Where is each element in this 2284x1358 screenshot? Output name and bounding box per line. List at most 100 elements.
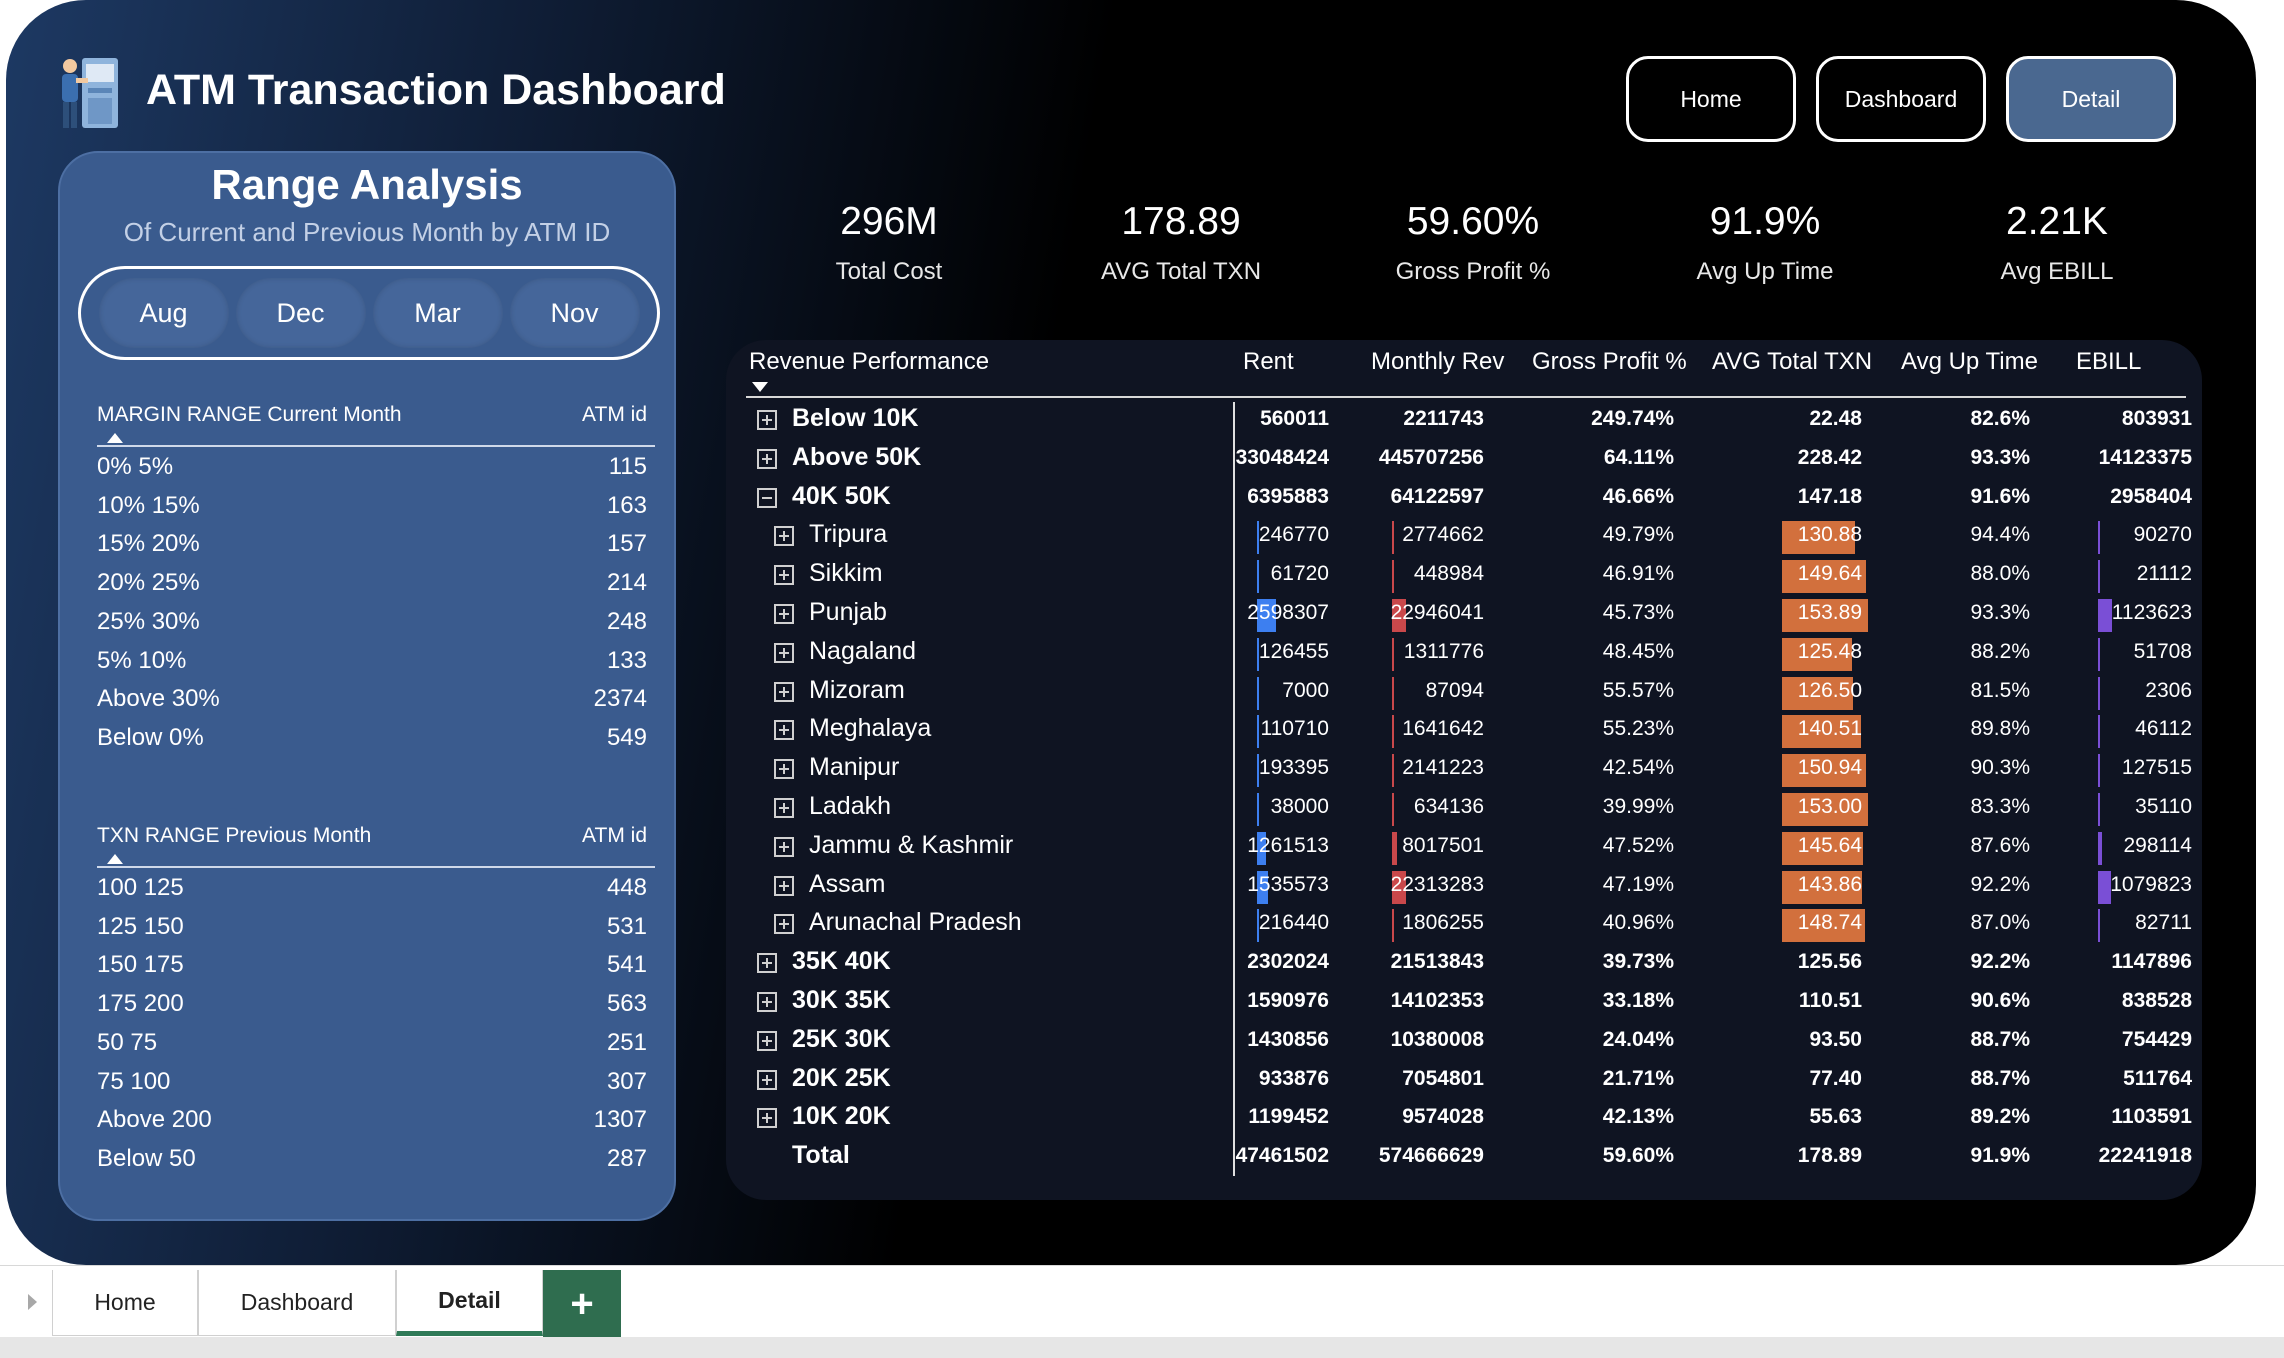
expand-plus-icon[interactable] xyxy=(774,875,794,896)
avg-up-time-cell: 91.6% xyxy=(1970,484,2030,508)
matrix-row[interactable]: Nagaland 126455 1311776 48.45% 125.48 88.2% 51… xyxy=(746,635,2206,674)
row-label: Mizoram xyxy=(809,675,905,704)
home-nav-button[interactable]: Home xyxy=(1626,56,1796,142)
ebill-cell: 14123375 xyxy=(2098,445,2192,469)
range-row[interactable]: 15% 20% 157 xyxy=(97,530,647,568)
range-row[interactable]: 50 75 251 xyxy=(97,1029,647,1067)
expand-plus-icon[interactable] xyxy=(774,720,794,741)
matrix-row[interactable]: Meghalaya 110710 1641642 55.23% 140.51 89.8% 4… xyxy=(746,712,2206,751)
expand-plus-icon[interactable] xyxy=(774,798,794,818)
expand-plus-icon[interactable] xyxy=(757,992,777,1012)
matrix-row[interactable]: Punjab 2598307 22946041 45.73% 153.89 93.3% 11… xyxy=(746,596,2206,635)
monthly-rev-cell: 7054801 xyxy=(1402,1066,1484,1090)
collapse-minus-icon[interactable] xyxy=(757,487,777,508)
expand-plus-icon[interactable] xyxy=(774,914,794,935)
monthly-rev-cell: 1641642 xyxy=(1402,717,1484,741)
dashboard-title: ATM Transaction Dashboard xyxy=(146,66,726,114)
range-row[interactable]: Above 30% 2374 xyxy=(97,685,647,723)
expand-plus-icon[interactable] xyxy=(757,448,777,469)
range-row[interactable]: Below 50 287 xyxy=(97,1145,647,1183)
matrix-row[interactable]: Mizoram 7000 87094 55.57% 126.50 81.5% 2306 xyxy=(746,674,2206,713)
expand-plus-icon[interactable] xyxy=(774,604,794,624)
txn-range-header[interactable]: TXN RANGE Previous Month ATM id xyxy=(97,824,655,864)
range-row[interactable]: 0% 5% 115 xyxy=(97,453,647,491)
ebill-cell: 2958404 xyxy=(2110,484,2192,508)
range-row[interactable]: Above 200 1307 xyxy=(97,1106,647,1144)
avg-total-txn-cell: 178.89 xyxy=(1797,1144,1862,1168)
margin-range-header[interactable]: MARGIN RANGE Current Month ATM id xyxy=(97,403,655,443)
expand-plus-icon[interactable] xyxy=(774,565,794,586)
range-row[interactable]: 20% 25% 214 xyxy=(97,569,647,607)
rent-cell: 33048424 xyxy=(1235,445,1329,469)
sheet-tab-dashboard[interactable]: Dashboard xyxy=(198,1270,396,1336)
expand-plus-icon[interactable] xyxy=(774,759,794,780)
range-row[interactable]: 75 100 307 xyxy=(97,1068,647,1106)
matrix-row[interactable]: Tripura 246770 2774662 49.79% 130.88 94.4% 902… xyxy=(746,518,2206,557)
matrix-row[interactable]: Above 50K 33048424 445707256 64.11% 228.42 93… xyxy=(746,441,2206,480)
column-header-monthly-rev[interactable]: Monthly Rev xyxy=(1371,348,1504,376)
sheet-tab-home[interactable]: Home xyxy=(52,1270,198,1336)
avg-total-txn-cell: 22.48 xyxy=(1809,407,1862,430)
range-row[interactable]: 150 175 541 xyxy=(97,951,647,989)
sheet-tab-detail[interactable]: Detail xyxy=(396,1270,543,1336)
expand-plus-icon[interactable] xyxy=(757,1069,777,1090)
row-label: 20K 25K xyxy=(792,1063,891,1092)
column-header-avg-up-time[interactable]: Avg Up Time xyxy=(1901,348,2038,376)
expand-plus-icon[interactable] xyxy=(774,526,794,547)
add-sheet-button[interactable]: + xyxy=(543,1270,621,1338)
scroll-tabs-left-icon[interactable] xyxy=(28,1294,37,1310)
expand-plus-icon[interactable] xyxy=(774,642,794,663)
matrix-row[interactable]: 20K 25K 933876 7054801 21.71% 77.40 88.7% 5117… xyxy=(746,1062,2206,1101)
range-label: 5% 10% xyxy=(97,646,187,674)
month-button-nov[interactable]: Nov xyxy=(509,278,640,348)
column-header-avg-total-txn[interactable]: AVG Total TXN xyxy=(1712,348,1872,376)
matrix-total-row[interactable]: Total 47461502 574666629 59.60% 178.89 91.9% 2… xyxy=(746,1139,2206,1178)
matrix-row[interactable]: Assam 1535573 22313283 47.19% 143.86 92.2% 107… xyxy=(746,868,2206,907)
matrix-row[interactable]: 30K 35K 1590976 14102353 33.18% 110.51 90.6% 8… xyxy=(746,984,2206,1023)
rent-cell: 38000 xyxy=(1270,795,1329,818)
matrix-row[interactable]: 35K 40K 2302024 21513843 39.73% 125.56 92.2% 1… xyxy=(746,945,2206,984)
kpi-avg-ebill: 2.21K Avg EBILL xyxy=(1927,200,2187,286)
column-header-revenue-performance[interactable]: Revenue Performance xyxy=(749,348,989,376)
range-row[interactable]: 100 125 448 xyxy=(97,874,647,912)
expand-plus-icon[interactable] xyxy=(774,836,794,857)
dashboard-nav-button[interactable]: Dashboard xyxy=(1816,56,1986,142)
range-row[interactable]: Below 0% 549 xyxy=(97,724,647,762)
month-button-mar[interactable]: Mar xyxy=(372,278,503,348)
expand-plus-icon[interactable] xyxy=(757,1108,777,1129)
range-row[interactable]: 5% 10% 133 xyxy=(97,647,647,685)
range-row[interactable]: 175 200 563 xyxy=(97,990,647,1028)
range-row[interactable]: 125 150 531 xyxy=(97,913,647,951)
matrix-row[interactable]: Manipur 193395 2141223 42.54% 150.94 90.3% 127… xyxy=(746,751,2206,790)
expand-plus-icon[interactable] xyxy=(774,681,794,702)
month-button-aug[interactable]: Aug xyxy=(98,278,229,348)
expand-plus-icon[interactable] xyxy=(757,1030,777,1051)
avg-up-time-cell: 82.6% xyxy=(1970,407,2030,430)
range-row[interactable]: 25% 30% 248 xyxy=(97,608,647,646)
matrix-row[interactable]: Arunachal Pradesh 216440 1806255 40.96% 148.… xyxy=(746,906,2206,945)
matrix-row[interactable]: Below 10K 560011 2211743 249.74% 22.48 82.6% 8… xyxy=(746,402,2206,441)
matrix-row[interactable]: 40K 50K 6395883 64122597 46.66% 147.18 91.6% 2… xyxy=(746,480,2206,519)
range-label: 20% 25% xyxy=(97,569,200,597)
matrix-row[interactable]: 10K 20K 1199452 9574028 42.13% 55.63 89.2% 110… xyxy=(746,1100,2206,1139)
matrix-row[interactable]: Sikkim 61720 448984 46.91% 149.64 88.0% 21112 xyxy=(746,557,2206,596)
column-header-rent[interactable]: Rent xyxy=(1243,348,1294,376)
ebill-cell: 90270 xyxy=(2133,523,2192,547)
month-button-dec[interactable]: Dec xyxy=(235,278,366,348)
avg-total-txn-cell: 77.40 xyxy=(1809,1066,1862,1090)
expand-plus-icon[interactable] xyxy=(757,410,777,430)
column-header-ebill[interactable]: EBILL xyxy=(2076,348,2141,376)
detail-nav-button[interactable]: Detail xyxy=(2006,56,2176,142)
matrix-row[interactable]: Jammu & Kashmir 1261513 8017501 47.52% 145.6… xyxy=(746,829,2206,868)
gross-profit-cell: 40.96% xyxy=(1602,911,1674,935)
row-label: Sikkim xyxy=(809,559,883,588)
column-header-gross-profit[interactable]: Gross Profit % xyxy=(1532,348,1687,376)
monthly-rev-cell: 2774662 xyxy=(1402,523,1484,547)
matrix-row[interactable]: 25K 30K 1430856 10380008 24.04% 93.50 88.7% 75… xyxy=(746,1023,2206,1062)
row-label: Arunachal Pradesh xyxy=(809,908,1022,937)
range-row[interactable]: 10% 15% 163 xyxy=(97,492,647,530)
matrix-row[interactable]: Ladakh 38000 634136 39.99% 153.00 83.3% 35110 xyxy=(746,790,2206,829)
expand-plus-icon[interactable] xyxy=(757,953,777,974)
gross-profit-cell: 47.52% xyxy=(1602,833,1674,857)
avg-total-txn-cell: 153.89 xyxy=(1797,601,1862,624)
